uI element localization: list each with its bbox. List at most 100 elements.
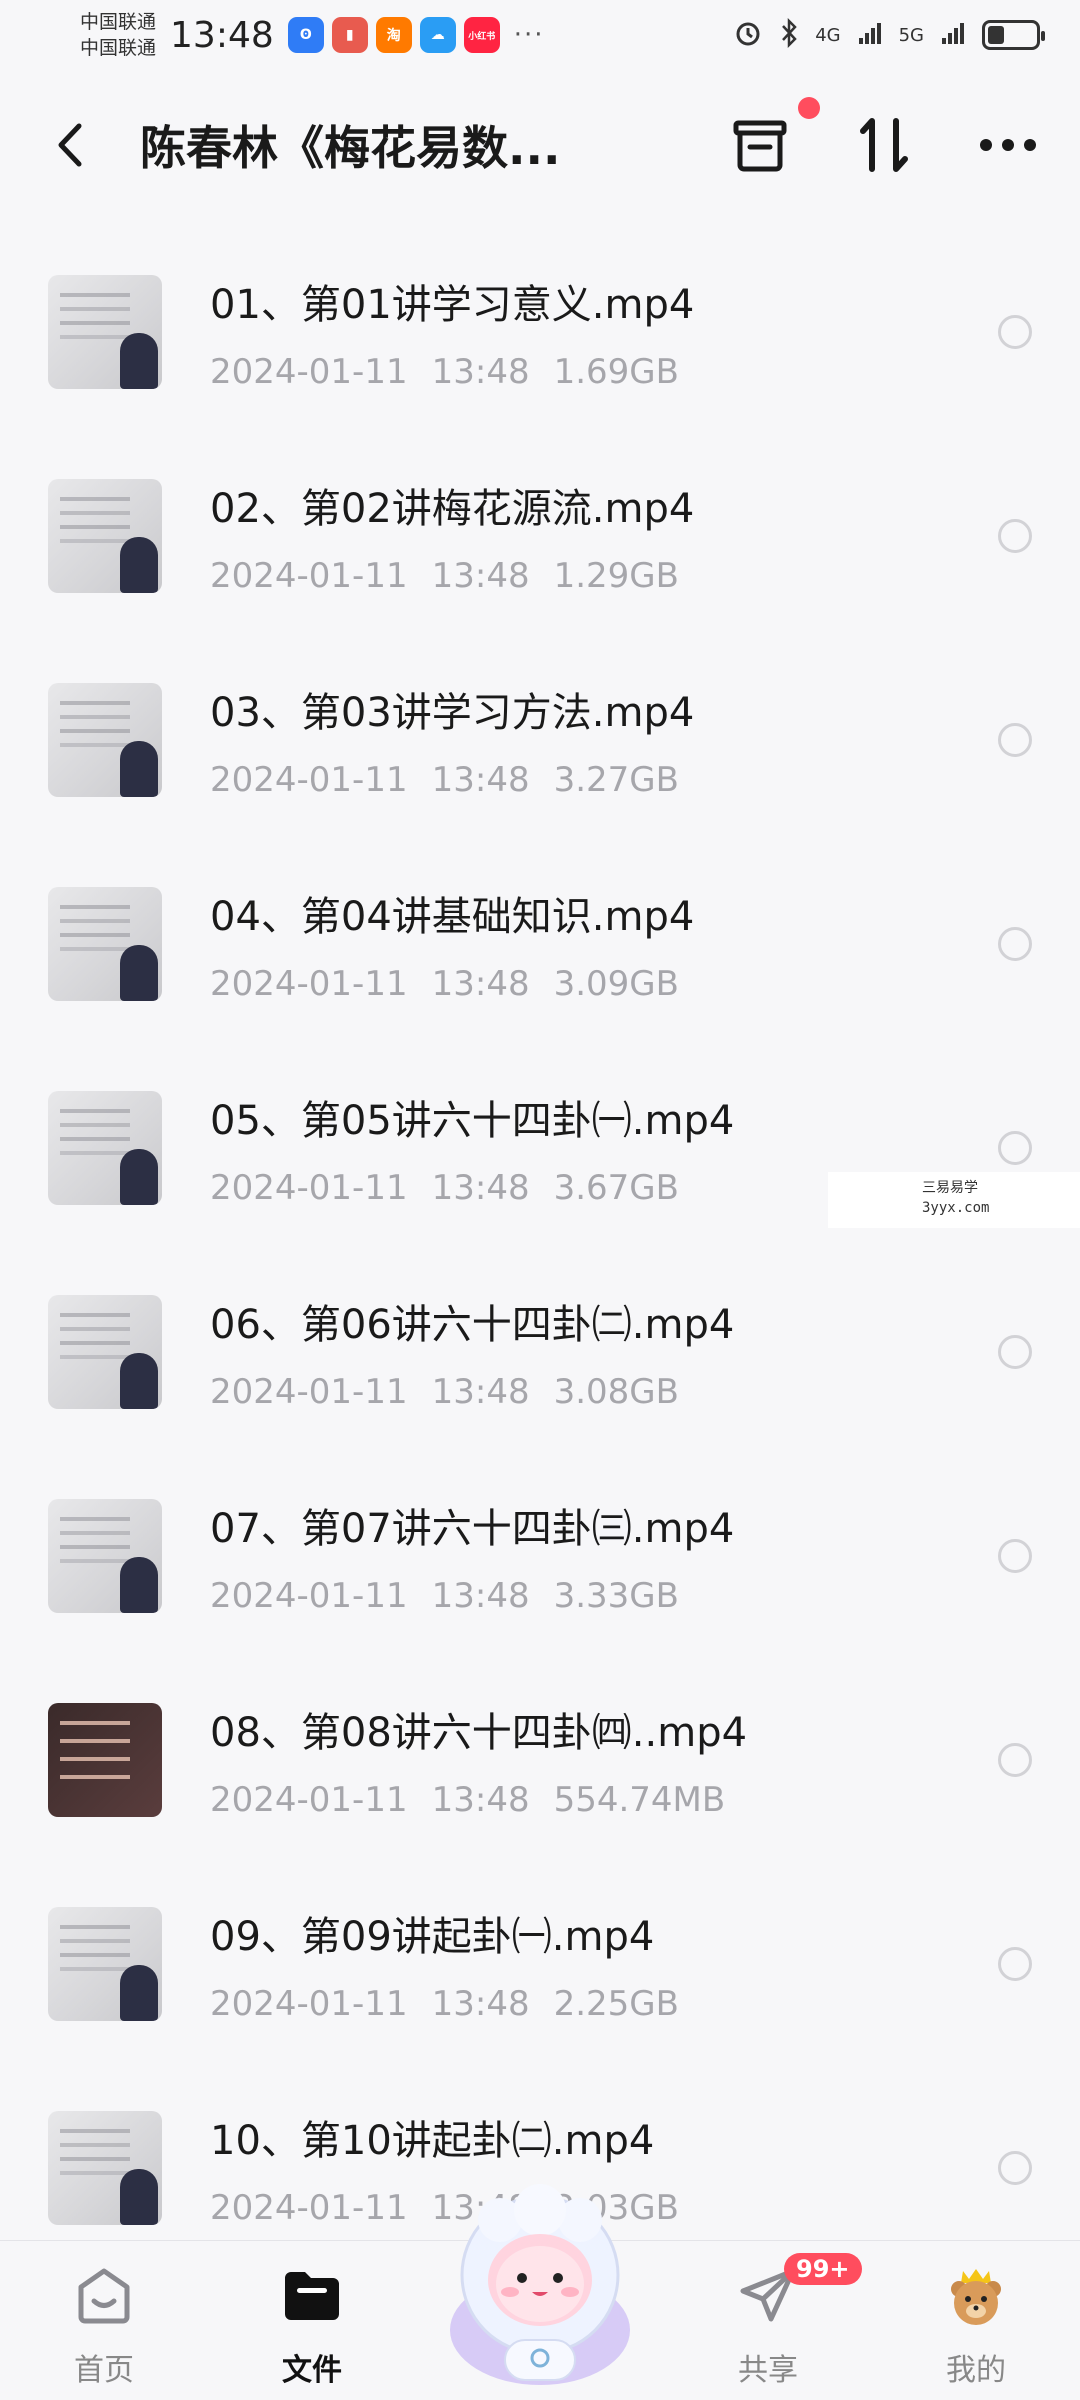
battery-level <box>988 26 1004 44</box>
file-meta: 2024-01-11 13:48 2.25GB <box>210 1984 998 2024</box>
sort-button[interactable] <box>852 113 916 177</box>
app-icon-huawei: ▮ <box>331 17 368 53</box>
bluetooth-icon <box>779 17 799 53</box>
file-size: 3.33GB <box>553 1576 679 1616</box>
chevron-left-icon <box>58 123 82 167</box>
app-header: 陈春林《梅花易数... <box>0 90 1080 200</box>
file-row[interactable]: 03、第03讲学习方法.mp4 2024-01-11 13:48 3.27GB <box>0 638 1080 842</box>
nav-mine[interactable]: 我的 <box>896 2261 1056 2389</box>
nav-mine-label: 我的 <box>946 2353 1006 2388</box>
video-thumbnail <box>48 1907 162 2021</box>
network-5g-label: 5G <box>898 24 924 46</box>
file-row[interactable]: 06、第06讲六十四卦㈡.mp4 2024-01-11 13:48 3.08GB <box>0 1250 1080 1454</box>
select-radio[interactable] <box>998 1335 1032 1369</box>
file-date: 2024-01-11 <box>210 1576 408 1616</box>
nav-home-label: 首页 <box>74 2353 134 2388</box>
file-name: 03、第03讲学习方法.mp4 <box>210 690 695 736</box>
file-time: 13:48 <box>431 556 530 596</box>
file-date: 2024-01-11 <box>210 1984 408 2024</box>
file-name: 02、第02讲梅花源流.mp4 <box>210 486 695 532</box>
watermark-line-2: 3yyx.com <box>922 1200 990 1216</box>
select-radio[interactable] <box>998 723 1032 757</box>
nav-files[interactable]: 文件 <box>232 2261 392 2389</box>
nav-home[interactable]: 首页 <box>24 2261 184 2389</box>
file-meta: 2024-01-11 13:48 3.27GB <box>210 760 998 800</box>
sort-arrows-icon <box>860 118 908 172</box>
file-size: 2.25GB <box>553 1984 679 2024</box>
file-name: 10、第10讲起卦㈡.mp4 <box>210 2118 655 2164</box>
select-radio[interactable] <box>998 315 1032 349</box>
alarm-icon <box>733 18 763 53</box>
file-info: 06、第06讲六十四卦㈡.mp4 2024-01-11 13:48 3.08GB <box>210 1292 998 1412</box>
back-button[interactable] <box>40 115 100 175</box>
video-thumbnail <box>48 1703 162 1817</box>
file-size: 554.74MB <box>553 1780 726 1820</box>
select-radio[interactable] <box>998 927 1032 961</box>
file-name: 01、第01讲学习意义.mp4 <box>210 282 695 328</box>
file-list: 01、第01讲学习意义.mp4 2024-01-11 13:48 1.69GB 02、第… <box>0 230 1080 2270</box>
file-date: 2024-01-11 <box>210 1168 408 1208</box>
select-radio[interactable] <box>998 519 1032 553</box>
file-name: 07、第07讲六十四卦㈢.mp4 <box>210 1506 735 1552</box>
file-info: 08、第08讲六十四卦㈣..mp4 2024-01-11 13:48 554.74MB <box>210 1700 998 1820</box>
file-name: 09、第09讲起卦㈠.mp4 <box>210 1914 655 1960</box>
file-row[interactable]: 01、第01讲学习意义.mp4 2024-01-11 13:48 1.69GB <box>0 230 1080 434</box>
file-meta: 2024-01-11 13:48 1.69GB <box>210 352 998 392</box>
app-icon-xiaohongshu: 小红书 <box>463 17 500 53</box>
carrier-2: 中国联通 <box>80 37 157 59</box>
file-size: 1.69GB <box>553 352 679 392</box>
select-radio[interactable] <box>998 2151 1032 2185</box>
select-radio[interactable] <box>998 1131 1032 1165</box>
app-icon-taobao: 淘 <box>375 17 412 53</box>
file-row[interactable]: 08、第08讲六十四卦㈣..mp4 2024-01-11 13:48 554.74MB <box>0 1658 1080 1862</box>
file-date: 2024-01-11 <box>210 2188 408 2228</box>
nav-files-label: 文件 <box>282 2353 342 2388</box>
header-actions <box>728 97 1040 177</box>
file-date: 2024-01-11 <box>210 1780 408 1820</box>
status-time: 13:48 <box>170 14 274 56</box>
status-bar: 中国联通 中国联通 13:48 ʘ ▮ 淘 ☁ 小红书 ··· 4G 5G <box>0 0 1080 70</box>
file-time: 13:48 <box>431 760 530 800</box>
video-thumbnail <box>48 1499 162 1613</box>
folder-icon <box>277 2261 347 2331</box>
home-icon <box>69 2261 139 2331</box>
page-title: 陈春林《梅花易数... <box>140 121 561 175</box>
file-info: 01、第01讲学习意义.mp4 2024-01-11 13:48 1.69GB <box>210 272 998 392</box>
signal-icon <box>857 20 883 51</box>
file-row[interactable]: 02、第02讲梅花源流.mp4 2024-01-11 13:48 1.29GB <box>0 434 1080 638</box>
select-radio[interactable] <box>998 1947 1032 1981</box>
notification-app-icons: ʘ ▮ 淘 ☁ 小红书 <box>287 17 500 53</box>
notification-dot <box>798 97 820 119</box>
file-name: 08、第08讲六十四卦㈣..mp4 <box>210 1710 748 1756</box>
archive-button[interactable] <box>728 97 820 177</box>
file-date: 2024-01-11 <box>210 352 408 392</box>
file-row[interactable]: 07、第07讲六十四卦㈢.mp4 2024-01-11 13:48 3.33GB <box>0 1454 1080 1658</box>
ai-assistant-mascot-button[interactable] <box>430 2180 650 2390</box>
file-row[interactable]: 09、第09讲起卦㈠.mp4 2024-01-11 13:48 2.25GB <box>0 1862 1080 2066</box>
archive-box-icon <box>733 120 787 172</box>
more-options-button[interactable] <box>976 113 1040 177</box>
network-4g-label: 4G <box>815 24 841 46</box>
file-meta: 2024-01-11 13:48 3.09GB <box>210 964 998 1004</box>
file-size: 3.67GB <box>553 1168 679 1208</box>
file-meta: 2024-01-11 13:48 3.08GB <box>210 1372 998 1412</box>
file-size: 3.27GB <box>553 760 679 800</box>
video-thumbnail <box>48 275 162 389</box>
file-name: 05、第05讲六十四卦㈠.mp4 <box>210 1098 735 1144</box>
select-radio[interactable] <box>998 1539 1032 1573</box>
nav-share[interactable]: 99+ 共享 <box>688 2253 862 2389</box>
status-right: 4G 5G <box>733 17 1045 53</box>
file-info: 07、第07讲六十四卦㈢.mp4 2024-01-11 13:48 3.33GB <box>210 1496 998 1616</box>
file-row[interactable]: 04、第04讲基础知识.mp4 2024-01-11 13:48 3.09GB <box>0 842 1080 1046</box>
more-notifications-icon: ··· <box>513 20 545 50</box>
file-size: 3.09GB <box>553 964 679 1004</box>
file-time: 13:48 <box>431 1780 530 1820</box>
carrier-info: 中国联通 中国联通 <box>80 9 156 61</box>
file-name: 04、第04讲基础知识.mp4 <box>210 894 695 940</box>
video-thumbnail <box>48 1091 162 1205</box>
signal-icon-2 <box>940 20 966 51</box>
file-time: 13:48 <box>431 964 530 1004</box>
select-radio[interactable] <box>998 1743 1032 1777</box>
file-time: 13:48 <box>431 1372 530 1412</box>
file-info: 04、第04讲基础知识.mp4 2024-01-11 13:48 3.09GB <box>210 884 998 1004</box>
